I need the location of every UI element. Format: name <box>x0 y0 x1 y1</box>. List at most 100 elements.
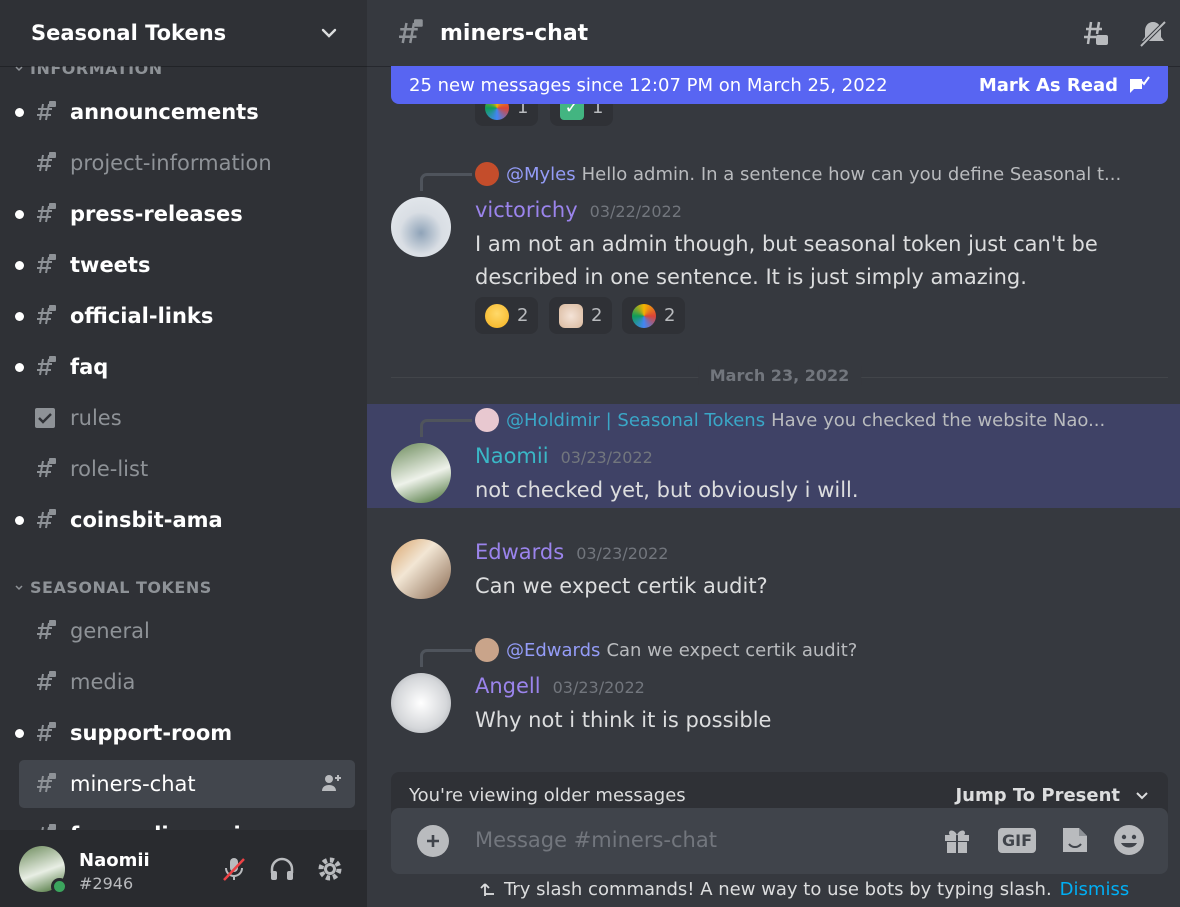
mark-read-icon <box>1130 76 1150 93</box>
channel-name: general <box>70 619 150 643</box>
channel-funny-discussion[interactable]: funny-discussion <box>19 811 355 830</box>
channel-media[interactable]: media <box>19 658 355 706</box>
message-timestamp: 03/23/2022 <box>560 448 653 467</box>
channel-name: funny-discussion <box>70 823 270 830</box>
chat-area: miners-chat 25 new messages since 12:07 … <box>367 0 1180 907</box>
unread-indicator <box>15 729 24 738</box>
reply-mention[interactable]: @Edwards <box>506 640 600 661</box>
message-author[interactable]: Angell 03/23/2022 <box>475 674 645 698</box>
message-author[interactable]: Naomii 03/23/2022 <box>475 444 653 468</box>
channel-name: faq <box>70 355 109 379</box>
author-name[interactable]: Edwards <box>475 540 564 564</box>
channel-rules[interactable]: rules <box>19 394 355 442</box>
locked-text-channel-icon <box>41 824 56 830</box>
notification-muted-icon[interactable] <box>1136 17 1170 51</box>
locked-text-channel-icon <box>37 254 56 274</box>
channel-announcements[interactable]: announcements <box>15 88 355 136</box>
channel-project-information[interactable]: project-information <box>19 139 355 187</box>
channel-general[interactable]: general <box>19 607 355 655</box>
emoji-icon[interactable] <box>1111 822 1147 858</box>
locked-text-channel-icon <box>37 356 56 376</box>
locked-text-channel-icon <box>37 509 56 529</box>
channel-name: project-information <box>70 151 272 175</box>
add-attachment-button[interactable] <box>417 825 449 857</box>
reaction-button[interactable]: 2 <box>622 297 686 334</box>
channel-faq[interactable]: faq <box>15 343 355 391</box>
channel-support-room[interactable]: support-room <box>15 709 355 757</box>
reply-spine <box>420 419 472 437</box>
jump-to-present-button[interactable]: Jump To Present <box>955 785 1150 806</box>
user-tag: #2946 <box>79 874 134 893</box>
channel-list: INFORMATION announcements project-inform… <box>0 66 367 830</box>
channel-miners-chat[interactable]: miners-chat <box>19 760 355 808</box>
chevron-down-icon[interactable] <box>309 13 349 53</box>
gif-label: GIF <box>998 827 1037 853</box>
message-input[interactable]: Message #miners-chat <box>475 828 915 852</box>
reply-preview[interactable]: @Myles Hello admin. In a sentence how ca… <box>475 162 1121 186</box>
author-name[interactable]: victorichy <box>475 198 578 222</box>
message-content: Can we expect certik audit? <box>475 570 1155 603</box>
category-seasonal-tokens[interactable]: SEASONAL TOKENS <box>14 578 212 597</box>
slash-commands-tip: Try slash commands! A new way to use bot… <box>480 879 1129 900</box>
message-timestamp: 03/23/2022 <box>576 544 669 563</box>
message-content: Why not i think it is possible <box>475 704 1155 737</box>
chevron-down-icon <box>15 66 23 71</box>
author-avatar[interactable] <box>391 197 451 257</box>
new-messages-banner[interactable]: 25 new messages since 12:07 PM on March … <box>391 66 1168 104</box>
message-author[interactable]: Edwards 03/23/2022 <box>475 540 668 564</box>
reaction-count: 2 <box>517 305 529 326</box>
unread-indicator <box>15 363 24 372</box>
date-divider: March 23, 2022 <box>391 366 1168 385</box>
message-line: I am not an admin though, but seasonal t… <box>475 232 1098 256</box>
message-item[interactable]: Edwards 03/23/2022 Can we expect certik a… <box>367 536 1180 606</box>
channel-press-releases[interactable]: press-releases <box>15 190 355 238</box>
message-item[interactable]: @Edwards Can we expect certik audit? Ang… <box>367 634 1180 738</box>
author-avatar[interactable] <box>391 539 451 599</box>
mic-muted-icon[interactable] <box>219 854 249 884</box>
reply-mention[interactable]: @Myles <box>506 164 576 185</box>
channel-name: press-releases <box>70 202 243 226</box>
reply-preview[interactable]: @Edwards Can we expect certik audit? <box>475 638 857 662</box>
reply-text: Can we expect certik audit? <box>606 639 858 661</box>
server-header[interactable]: Seasonal Tokens <box>0 0 367 66</box>
reply-preview[interactable]: @Holdimir | Seasonal Tokens Have you che… <box>475 408 1105 432</box>
locked-text-channel-icon <box>37 305 56 325</box>
message-line: Can we expect certik audit? <box>475 574 768 598</box>
author-avatar[interactable] <box>391 443 451 503</box>
reaction-count: 2 <box>591 305 603 326</box>
channel-name: media <box>70 670 136 694</box>
reply-mention[interactable]: @Holdimir | Seasonal Tokens <box>506 410 765 431</box>
threads-icon[interactable] <box>1077 17 1111 51</box>
gift-icon[interactable] <box>939 822 975 858</box>
locked-text-channel-icon <box>37 458 56 478</box>
reply-avatar <box>475 162 499 186</box>
gear-icon[interactable] <box>315 854 345 884</box>
gif-button[interactable]: GIF <box>998 822 1037 858</box>
reaction-button[interactable]: 2 <box>475 297 539 334</box>
channel-coinsbit-ama[interactable]: coinsbit-ama <box>15 496 355 544</box>
mark-as-read-button[interactable]: Mark As Read <box>979 75 1150 96</box>
chevron-down-icon <box>1136 792 1148 800</box>
locked-text-channel-icon <box>399 19 423 44</box>
chevron-down-icon <box>15 584 23 590</box>
sticker-icon[interactable] <box>1057 822 1093 858</box>
channel-role-list[interactable]: role-list <box>19 445 355 493</box>
author-name[interactable]: Naomii <box>475 444 549 468</box>
add-member-icon[interactable] <box>321 772 343 799</box>
reply-avatar <box>475 638 499 662</box>
channel-tweets[interactable]: tweets <box>15 241 355 289</box>
older-messages-text: You're viewing older messages <box>409 784 686 806</box>
channel-name: miners-chat <box>70 772 196 796</box>
author-avatar[interactable] <box>391 673 451 733</box>
category-information[interactable]: INFORMATION <box>14 66 163 78</box>
message-author[interactable]: victorichy 03/22/2022 <box>475 198 682 222</box>
channel-official-links[interactable]: official-links <box>15 292 355 340</box>
dismiss-link[interactable]: Dismiss <box>1060 879 1130 900</box>
sweat-smile-emoji <box>485 303 509 328</box>
author-name[interactable]: Angell <box>475 674 541 698</box>
headphones-icon[interactable] <box>267 854 297 884</box>
message-item-highlighted[interactable]: @Holdimir | Seasonal Tokens Have you che… <box>367 404 1180 508</box>
reaction-button[interactable]: 2 <box>549 297 613 334</box>
reply-spine <box>420 173 472 191</box>
unread-indicator <box>15 108 24 117</box>
